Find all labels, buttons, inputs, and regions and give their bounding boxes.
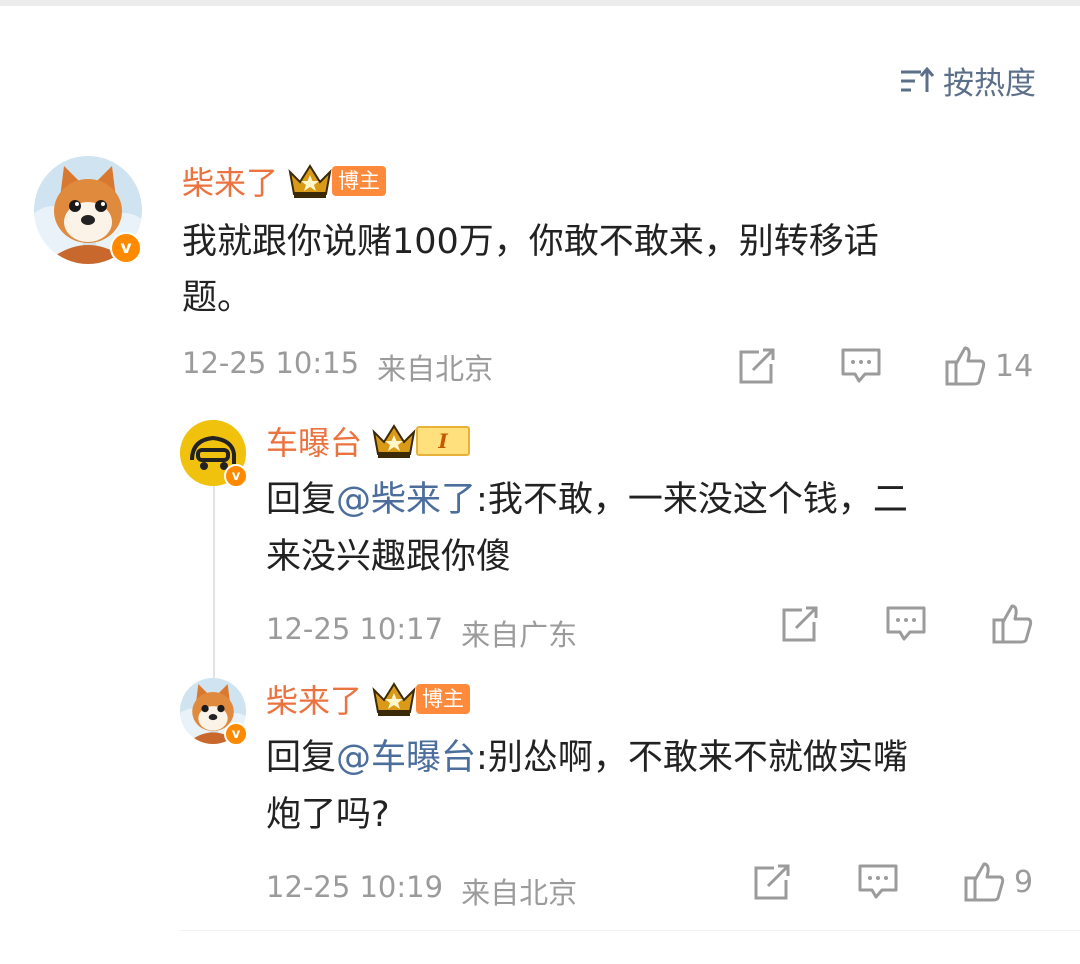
comment-icon bbox=[841, 348, 881, 383]
location: 来自北京 bbox=[461, 876, 578, 910]
like-button[interactable] bbox=[990, 602, 1034, 646]
share-icon bbox=[754, 864, 790, 900]
location: 来自北京 bbox=[377, 352, 494, 386]
reply-header: 车曝台 I bbox=[266, 418, 471, 464]
reply-button[interactable] bbox=[856, 862, 900, 902]
reply-actions bbox=[778, 602, 1034, 646]
like-button[interactable]: 14 bbox=[943, 344, 1033, 388]
reply-prefix: 回复 bbox=[266, 738, 337, 778]
timestamp: 12-25 10:17 bbox=[266, 612, 444, 646]
username[interactable]: 柴来了 bbox=[266, 676, 362, 722]
crown-icon bbox=[288, 164, 332, 198]
reply-button[interactable] bbox=[884, 604, 928, 644]
timestamp: 12-25 10:15 bbox=[182, 346, 360, 380]
blogger-rank-label: 博主 bbox=[416, 684, 471, 714]
like-icon bbox=[945, 346, 986, 386]
sort-icon bbox=[901, 66, 935, 92]
share-icon bbox=[739, 348, 775, 384]
mention-link[interactable]: @柴来了 bbox=[336, 480, 476, 520]
like-icon bbox=[992, 604, 1033, 644]
reply-meta: 12-25 10:19 来自北京 bbox=[266, 870, 577, 912]
avatar-chailaile[interactable]: v bbox=[180, 678, 248, 746]
comment-text: 我就跟你说赌100万，你敢不敢来，别转移话 题。 bbox=[182, 214, 1042, 326]
share-button[interactable] bbox=[750, 862, 794, 902]
reply-button[interactable] bbox=[839, 346, 883, 386]
like-count: 14 bbox=[995, 348, 1034, 384]
reply-line-1: 回复@柴来了:我不敢，一来没这个钱，二 bbox=[266, 472, 1046, 529]
bottom-divider bbox=[180, 930, 1080, 931]
comment-line-1: 我就跟你说赌100万，你敢不敢来，别转移话 bbox=[182, 222, 879, 262]
sort-label: 按热度 bbox=[943, 66, 1036, 102]
blogger-rank-label: 博主 bbox=[332, 166, 387, 196]
verified-icon: v bbox=[224, 722, 248, 746]
reply-text: 回复@柴来了:我不敢，一来没这个钱，二 来没兴趣跟你傻 bbox=[266, 472, 1046, 586]
avatar-chailaile[interactable]: v bbox=[34, 156, 142, 264]
username[interactable]: 车曝台 bbox=[266, 418, 362, 464]
member-badge: 博主 bbox=[288, 162, 387, 200]
verified-icon: v bbox=[224, 464, 248, 488]
reply-line-2: 炮了吗? bbox=[266, 795, 390, 835]
member-badge: 博主 bbox=[372, 680, 471, 718]
username[interactable]: 柴来了 bbox=[182, 158, 278, 204]
reply-body: :我不敢，一来没这个钱，二 bbox=[476, 480, 908, 520]
thread-connector bbox=[213, 462, 215, 682]
share-button[interactable] bbox=[778, 604, 822, 644]
top-divider bbox=[0, 0, 1080, 6]
location: 来自广东 bbox=[461, 618, 578, 652]
reply-body: :别怂啊，不敢来不就做实嘴 bbox=[476, 738, 908, 778]
reply-text: 回复@车曝台:别怂啊，不敢来不就做实嘴 炮了吗? bbox=[266, 730, 1046, 844]
reply-actions: 9 bbox=[750, 860, 1033, 904]
member-badge: I bbox=[372, 422, 471, 460]
sort-by-hot-button[interactable]: 按热度 bbox=[899, 58, 1036, 103]
comment-meta: 12-25 10:15 来自北京 bbox=[182, 346, 493, 388]
share-icon bbox=[782, 606, 818, 642]
comment-icon bbox=[886, 606, 926, 641]
comment-icon bbox=[858, 864, 898, 899]
timestamp: 12-25 10:19 bbox=[266, 870, 444, 904]
crown-icon bbox=[372, 682, 416, 716]
comment-actions: 14 bbox=[735, 344, 1033, 388]
like-button[interactable]: 9 bbox=[962, 860, 1033, 904]
mention-link[interactable]: @车曝台 bbox=[336, 738, 476, 778]
share-button[interactable] bbox=[735, 346, 779, 386]
reply-header: 柴来了 博主 bbox=[266, 676, 471, 722]
like-count: 9 bbox=[1014, 864, 1034, 900]
verified-icon: v bbox=[110, 232, 142, 264]
crown-icon bbox=[372, 424, 416, 458]
reply-meta: 12-25 10:17 来自广东 bbox=[266, 612, 577, 654]
comment-header: 柴来了 博主 bbox=[182, 158, 387, 204]
reply-prefix: 回复 bbox=[266, 480, 337, 520]
reply-line-1: 回复@车曝台:别怂啊，不敢来不就做实嘴 bbox=[266, 730, 1046, 787]
like-icon bbox=[964, 862, 1005, 902]
level-tag: I bbox=[416, 426, 471, 456]
comment-line-2: 题。 bbox=[182, 278, 253, 318]
reply-line-2: 来没兴趣跟你傻 bbox=[266, 537, 512, 577]
avatar-chebaotai[interactable]: v bbox=[180, 420, 248, 488]
